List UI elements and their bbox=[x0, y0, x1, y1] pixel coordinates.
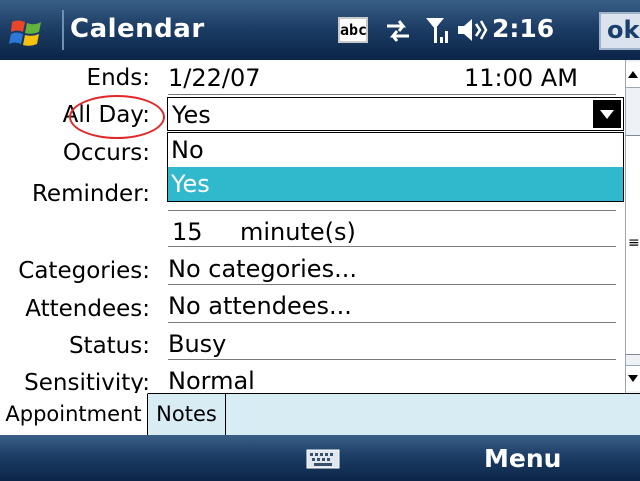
signal-icon[interactable] bbox=[424, 15, 450, 45]
tab-strip: Appointment Notes bbox=[0, 393, 640, 435]
option-no[interactable]: No bbox=[168, 133, 623, 167]
sync-icon[interactable] bbox=[383, 16, 413, 46]
ok-button[interactable]: ok bbox=[599, 12, 640, 50]
all-day-dropdown-list: No Yes bbox=[167, 132, 624, 202]
ends-time[interactable]: 11:00 AM bbox=[464, 64, 578, 92]
status-value[interactable]: Busy bbox=[168, 330, 226, 358]
all-day-select[interactable]: Yes bbox=[167, 97, 624, 131]
windows-start-icon[interactable] bbox=[8, 16, 48, 50]
ends-date[interactable]: 1/22/07 bbox=[168, 64, 261, 92]
status-label: Status: bbox=[68, 333, 150, 359]
option-yes[interactable]: Yes bbox=[168, 167, 623, 201]
chevron-down-icon[interactable] bbox=[593, 100, 621, 128]
app-title: Calendar bbox=[70, 14, 205, 44]
vertical-scrollbar[interactable]: ≡ bbox=[625, 60, 640, 393]
clock[interactable]: 2:16 bbox=[492, 14, 554, 43]
categories-label: Categories: bbox=[18, 258, 150, 284]
scroll-thumb[interactable]: ≡ bbox=[626, 135, 640, 355]
tab-appointment[interactable]: Appointment bbox=[0, 393, 148, 435]
reminder-label: Reminder: bbox=[31, 181, 150, 207]
reminder-underline bbox=[168, 210, 616, 211]
softkey-bar: Menu bbox=[0, 435, 640, 481]
scroll-down-icon[interactable] bbox=[626, 365, 640, 391]
keyboard-icon[interactable] bbox=[306, 449, 340, 469]
tab-notes[interactable]: Notes bbox=[148, 393, 226, 435]
attendees-label: Attendees: bbox=[25, 296, 150, 322]
appointment-form: Ends: 1/22/07 11:00 AM All Day: Yes Occu… bbox=[0, 60, 625, 393]
input-mode-indicator[interactable]: abc bbox=[338, 17, 368, 43]
categories-value[interactable]: No categories... bbox=[168, 255, 357, 283]
attendees-value[interactable]: No attendees... bbox=[168, 292, 352, 320]
ends-label: Ends: bbox=[86, 65, 150, 91]
status-underline bbox=[168, 359, 616, 360]
title-bar: Calendar abc 2:16 ok bbox=[0, 0, 640, 60]
attendees-underline bbox=[168, 322, 616, 323]
scroll-up-icon[interactable] bbox=[626, 62, 640, 88]
occurs-label: Occurs: bbox=[62, 140, 150, 166]
reminder-unit[interactable]: minute(s) bbox=[240, 218, 356, 246]
ends-underline bbox=[168, 94, 616, 95]
menu-button[interactable]: Menu bbox=[484, 444, 561, 473]
grip-icon: ≡ bbox=[628, 235, 640, 251]
title-separator bbox=[62, 10, 64, 50]
reminder-amount[interactable]: 15 bbox=[172, 218, 203, 246]
sensitivity-label: Sensitivity: bbox=[24, 370, 150, 393]
annotation-circle bbox=[69, 95, 165, 139]
volume-icon[interactable] bbox=[456, 16, 488, 44]
all-day-value: Yes bbox=[172, 101, 211, 129]
sensitivity-value[interactable]: Normal bbox=[168, 367, 255, 393]
reminder-amount-underline bbox=[168, 246, 616, 247]
categories-underline bbox=[168, 284, 616, 285]
